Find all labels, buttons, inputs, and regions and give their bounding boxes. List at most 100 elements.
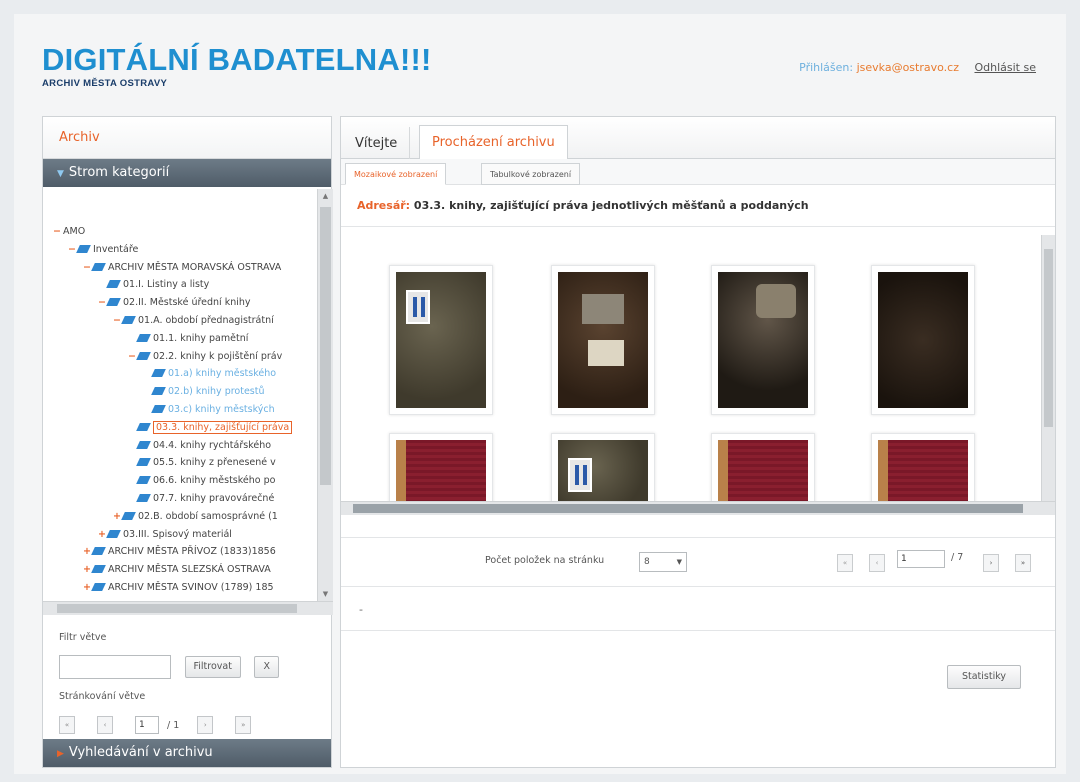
tree-node-label: 02.II. Městské úřední knihy <box>123 297 251 309</box>
worn-patch <box>756 284 796 318</box>
tree-node[interactable]: −01.A. období přednagistrátní <box>43 312 317 330</box>
first-page-button[interactable]: « <box>837 554 853 572</box>
scroll-thumb[interactable] <box>57 604 297 613</box>
items-per-page-select[interactable]: 8 ▼ <box>639 552 687 572</box>
thumbnail-book-5[interactable] <box>389 433 493 501</box>
tree-node-label: 03.III. Spisový materiál <box>123 528 232 540</box>
branch-page-input[interactable]: 1 <box>135 716 159 734</box>
tree-node[interactable]: − AMO <box>43 223 317 241</box>
branch-filter: Filtr větve Filtrovat X Stránkování větv… <box>59 632 319 734</box>
tree-node[interactable]: 01.I. Listiny a listy <box>43 276 317 294</box>
tree-node-label: 03.3. knihy, zajišťující práva <box>153 420 293 434</box>
filter-input[interactable] <box>59 655 171 679</box>
book-spine <box>396 440 406 501</box>
folder-icon <box>136 422 151 431</box>
folder-icon <box>91 565 106 574</box>
gallery-pager: Počet položek na stránku 8 ▼ « ‹ 1 / 7 ›… <box>341 537 1055 587</box>
logo[interactable]: DIGITÁLNÍ BADATELNA!!! ARCHIV MĚSTA OSTR… <box>42 44 432 90</box>
logout-link[interactable]: Odhlásit se <box>974 61 1036 74</box>
tree-node[interactable]: −02.2. knihy k pojištění práv <box>43 348 317 366</box>
prev-page-button[interactable]: ‹ <box>869 554 885 572</box>
tab-browse-archive[interactable]: Procházení archivu <box>419 125 568 160</box>
thumbnail-book-4[interactable] <box>871 265 975 415</box>
tree-node[interactable]: 05.5. knihy z přenesené v <box>43 454 317 472</box>
tree-vertical-scrollbar[interactable]: ▲ ▼ <box>317 189 333 601</box>
gallery-horizontal-scrollbar[interactable] <box>341 501 1055 515</box>
mosaic-gallery <box>341 235 1055 515</box>
category-tree-container: − AMO − Inventáře − ARCHIV MĚSTA MORAVSKÁ OST… <box>43 189 333 615</box>
tree-node-label: 06.6. knihy městského po <box>153 475 276 487</box>
first-page-button[interactable]: « <box>59 716 75 734</box>
scroll-thumb[interactable] <box>320 207 331 485</box>
tab-table-view[interactable]: Tabulkové zobrazení <box>481 163 581 185</box>
tree-node-label: ARCHIV MĚSTA SVINOV (1789) 185 <box>108 581 274 593</box>
scroll-down-arrow-icon[interactable]: ▼ <box>318 587 333 601</box>
scroll-thumb[interactable] <box>1044 249 1053 427</box>
tree-node[interactable]: 06.6. knihy městského po <box>43 472 317 490</box>
tree-node[interactable]: − ARCHIV MĚSTA MORAVSKÁ OSTRAVA <box>43 259 317 277</box>
tree-node-label: 01.A. období přednagistrátní <box>138 314 274 326</box>
folder-icon <box>151 404 166 413</box>
paper-label <box>588 340 624 366</box>
tab-mosaic-view[interactable]: Mozaikové zobrazení <box>345 163 447 185</box>
tab-welcome[interactable]: Vítejte <box>343 127 411 161</box>
tree-node[interactable]: + ARCHIV MĚSTA PŘÍVOZ (1833)1856 <box>43 543 317 561</box>
tree-node[interactable]: + ARCHIV MĚSTA SLEZSKÁ OSTRAVA <box>43 561 317 579</box>
tree-node[interactable]: 02.b) knihy protestů <box>43 383 317 401</box>
tree-horizontal-scrollbar[interactable] <box>43 601 333 615</box>
gallery-vertical-scrollbar[interactable] <box>1041 235 1055 501</box>
scroll-up-arrow-icon[interactable]: ▲ <box>318 189 333 203</box>
book-cover-image <box>878 272 968 408</box>
last-page-button[interactable]: » <box>1015 554 1031 572</box>
last-page-button[interactable]: » <box>235 716 252 734</box>
tree-node-label: 01.a) knihy městského <box>168 368 277 380</box>
tree-node[interactable]: +02.B. období samosprávné (1 <box>43 508 317 526</box>
thumbnail-book-7[interactable] <box>711 433 815 501</box>
folder-icon <box>151 369 166 378</box>
tree-node[interactable]: 03.3. knihy, zajišťující práva <box>43 419 317 437</box>
tree-node[interactable]: −02.II. Městské úřední knihy <box>43 294 317 312</box>
paging-label: Stránkování větve <box>59 691 146 702</box>
prev-page-button[interactable]: ‹ <box>97 716 113 734</box>
next-page-button[interactable]: › <box>197 716 214 734</box>
statistics-button[interactable]: Statistiky <box>946 665 1021 689</box>
next-page-button[interactable]: › <box>983 554 999 572</box>
logo-subtitle: ARCHIV MĚSTA OSTRAVY <box>42 78 168 89</box>
tree-node-label: Inventáře <box>93 243 139 255</box>
items-per-page-label: Počet položek na stránku <box>485 555 605 566</box>
thumbnail-book-8[interactable] <box>871 433 975 501</box>
collapse-icon[interactable]: − <box>53 223 63 241</box>
tree-node[interactable]: 03.c) knihy městských <box>43 401 317 419</box>
tree-node-label: 05.5. knihy z přenesené v <box>153 457 276 469</box>
clear-filter-button[interactable]: X <box>254 656 279 678</box>
search-archive-header[interactable]: ▶ Vyhledávání v archivu <box>43 739 331 767</box>
folder-icon <box>121 315 136 324</box>
tree-node[interactable]: 01.a) knihy městského <box>43 365 317 383</box>
thumbnail-book-2[interactable] <box>551 265 655 415</box>
tree-node[interactable]: + ARCHIV MĚSTA SVINOV (1789) 185 <box>43 579 317 597</box>
book-spine <box>718 440 728 501</box>
page-total: / 7 <box>951 552 964 563</box>
page-input[interactable]: 1 <box>897 550 945 568</box>
shelf-label <box>406 290 430 324</box>
thumbnail-book-6[interactable] <box>551 433 655 501</box>
book-cover-image <box>396 272 486 408</box>
folder-icon <box>106 280 121 289</box>
tree-node[interactable]: 04.4. knihy rychtářského <box>43 437 317 455</box>
directory-path: Adresář: 03.3. knihy, zajišťující práva … <box>341 185 1055 227</box>
tree-node[interactable]: − Inventáře <box>43 241 317 259</box>
thumbnail-book-3[interactable] <box>711 265 815 415</box>
filter-button[interactable]: Filtrovat <box>184 656 241 678</box>
items-per-page-value: 8 <box>644 557 650 567</box>
tree-header-label: Strom kategorií <box>68 165 170 180</box>
tree-node-label: ARCHIV MĚSTA SLEZSKÁ OSTRAVA <box>108 564 271 576</box>
tree-header[interactable]: ▼ Strom kategorií <box>43 159 331 187</box>
tree-node[interactable]: +03.III. Spisový materiál <box>43 526 317 544</box>
tree-node[interactable]: 01.1. knihy pamětní <box>43 330 317 348</box>
view-tabs: Mozaikové zobrazení Tabulkové zobrazení <box>341 159 1055 185</box>
scroll-thumb[interactable] <box>353 504 1023 513</box>
folder-icon <box>136 493 151 502</box>
tree-node-label: 03.c) knihy městských <box>168 403 275 415</box>
tree-node[interactable]: 07.7. knihy pravovárečné <box>43 490 317 508</box>
thumbnail-book-1[interactable] <box>389 265 493 415</box>
